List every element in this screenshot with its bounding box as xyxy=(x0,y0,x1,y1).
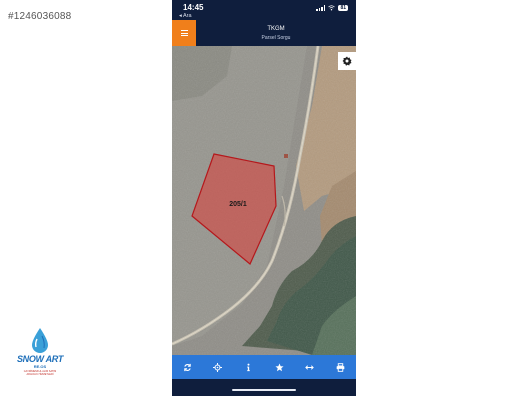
map-canvas[interactable]: 205/1 xyxy=(172,46,356,355)
parcel-label: 205/1 xyxy=(229,201,247,208)
favorite-button[interactable] xyxy=(270,358,288,376)
gear-icon xyxy=(342,56,352,66)
header-title: TKGM xyxy=(267,26,285,32)
screenshot-page: #1246036088 14:45 ◂ Ara 81 TKGM Parsel S… xyxy=(0,0,528,396)
watermark-tagline: GAYRİMENKUL ALIM SATIM ARACILIK HİZMETLE… xyxy=(14,370,66,376)
status-icons: 81 xyxy=(316,5,348,11)
hamburger-icon xyxy=(180,30,188,36)
app-header: TKGM Parsel Sorgu xyxy=(172,20,356,46)
signal-icon xyxy=(316,5,326,11)
status-bar: 14:45 ◂ Ara 81 xyxy=(172,0,356,20)
watermark-sub: RE.OS xyxy=(33,364,47,369)
watermark-logo: SNOW ART RE.OS GAYRİMENKUL ALIM SATIM AR… xyxy=(8,326,72,382)
status-time: 14:45 xyxy=(183,3,204,12)
info-button[interactable] xyxy=(240,358,258,376)
back-to-app-link[interactable]: ◂ Ara xyxy=(179,13,192,19)
arrows-horizontal-icon xyxy=(305,364,315,370)
phone-screen: 14:45 ◂ Ara 81 TKGM Parsel Sorgu 205/1 xyxy=(172,0,356,396)
watermark-tagline-2: ARACILIK HİZMETLERİ xyxy=(26,373,54,376)
star-icon xyxy=(275,362,284,371)
crosshair-icon xyxy=(213,362,223,372)
measure-button[interactable] xyxy=(301,358,319,376)
locate-button[interactable] xyxy=(209,358,227,376)
satellite-map[interactable]: 205/1 xyxy=(172,46,356,355)
home-bar xyxy=(172,379,356,396)
watermark-brand: SNOW ART xyxy=(16,354,64,364)
refresh-icon xyxy=(184,363,191,371)
header-subtitle: Parsel Sorgu xyxy=(261,35,291,41)
refresh-button[interactable] xyxy=(178,358,196,376)
water-drop-icon xyxy=(32,328,48,353)
bottom-toolbar xyxy=(172,355,356,379)
info-icon xyxy=(247,363,250,371)
menu-button[interactable] xyxy=(172,20,196,46)
home-indicator[interactable] xyxy=(232,389,296,391)
listing-id: #1246036088 xyxy=(8,11,72,22)
map-settings-button[interactable] xyxy=(338,52,356,70)
print-icon xyxy=(336,362,345,372)
print-button[interactable] xyxy=(332,358,350,376)
wifi-icon xyxy=(328,5,336,11)
battery-icon: 81 xyxy=(338,5,348,11)
